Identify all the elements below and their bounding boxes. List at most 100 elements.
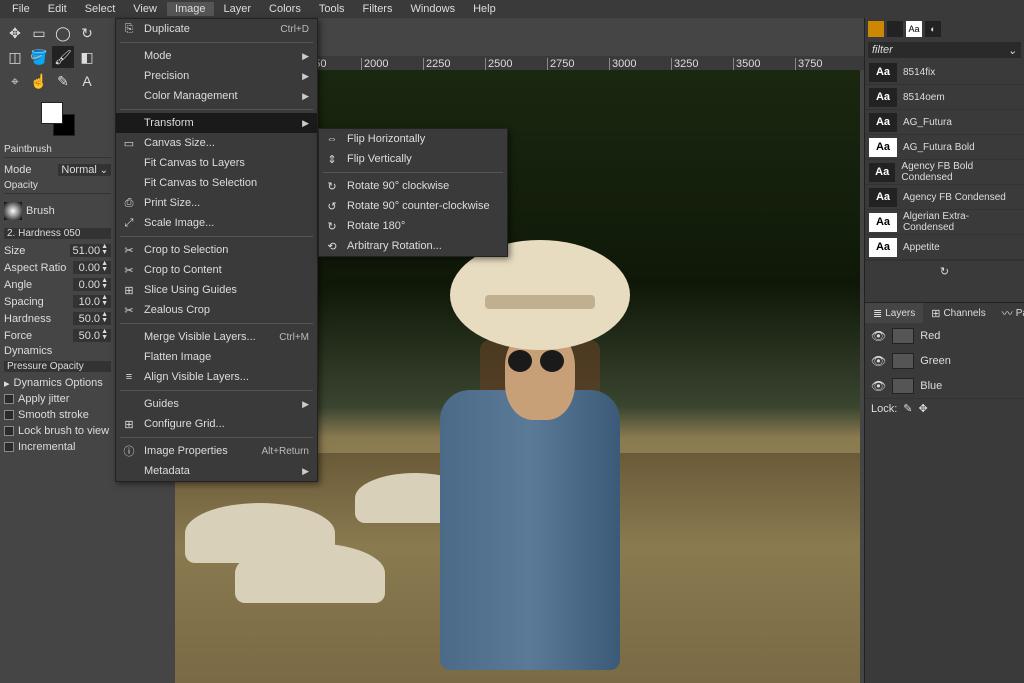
path-tool-icon[interactable]: ✎ <box>52 70 74 92</box>
menu-item-flip-horizontally[interactable]: ⇔Flip Horizontally <box>319 129 507 149</box>
menu-item-precision[interactable]: Precision▶ <box>116 66 317 86</box>
menu-item-icon: ✂ <box>122 304 136 317</box>
lock-position-icon[interactable]: ✥ <box>919 402 928 415</box>
visibility-eye-icon[interactable]: 👁 <box>871 354 886 368</box>
dynamics-select[interactable]: Pressure Opacity <box>4 361 111 372</box>
option-apply-jitter[interactable]: Apply jitter <box>4 391 111 407</box>
clone-tool-icon[interactable]: ⌖ <box>4 70 26 92</box>
rect-select-tool-icon[interactable]: ▭ <box>28 22 50 44</box>
menu-layer[interactable]: Layer <box>216 2 260 16</box>
brush-select[interactable]: 2. Hardness 050 <box>4 228 111 239</box>
opt-value-input[interactable]: 50.0▲▼ <box>73 312 111 325</box>
option-dynamics-options[interactable]: ▸Dynamics Options <box>4 375 111 391</box>
history-tab-icon[interactable]: ◐ <box>925 21 941 37</box>
opt-value-input[interactable]: 50.0▲▼ <box>73 329 111 342</box>
refresh-fonts-button[interactable]: ↻ <box>865 260 1024 282</box>
opt-value-input[interactable]: 51.00▲▼ <box>70 244 111 257</box>
opt-value-input[interactable]: 0.00▲▼ <box>73 261 111 274</box>
ruler-tick: 3000 <box>609 58 636 70</box>
menu-item-image-properties[interactable]: ⓘImage PropertiesAlt+Return <box>116 441 317 461</box>
menu-image[interactable]: Image <box>167 2 214 16</box>
foreground-color[interactable] <box>41 102 63 124</box>
visibility-eye-icon[interactable]: 👁 <box>871 379 886 393</box>
patterns-tab-icon[interactable] <box>868 21 884 37</box>
menu-item-guides[interactable]: Guides▶ <box>116 394 317 414</box>
menu-item-crop-to-content[interactable]: ✂Crop to Content <box>116 260 317 280</box>
fonts-tab-icon[interactable]: Aa <box>906 21 922 37</box>
font-item[interactable]: AaAgency FB Bold Condensed <box>865 160 1024 185</box>
font-filter-input[interactable]: filter ⌄ <box>868 42 1021 58</box>
menu-item-canvas-size-[interactable]: ▭Canvas Size... <box>116 133 317 153</box>
menu-item-rotate-90-clockwise[interactable]: ↻Rotate 90° clockwise <box>319 176 507 196</box>
menu-help[interactable]: Help <box>465 2 504 16</box>
menu-file[interactable]: File <box>4 2 38 16</box>
menu-view[interactable]: View <box>125 2 165 16</box>
menu-item-transform[interactable]: Transform▶ <box>116 113 317 133</box>
font-item[interactable]: AaAG_Futura <box>865 110 1024 135</box>
menu-item-scale-image-[interactable]: ⤢Scale Image... <box>116 213 317 233</box>
visibility-eye-icon[interactable]: 👁 <box>871 329 886 343</box>
menu-item-arbitrary-rotation-[interactable]: ⟲Arbitrary Rotation... <box>319 236 507 256</box>
gradients-tab-icon[interactable] <box>887 21 903 37</box>
smudge-tool-icon[interactable]: ☝ <box>28 70 50 92</box>
menu-item-rotate-90-counter-clockwise[interactable]: ↺Rotate 90° counter-clockwise <box>319 196 507 216</box>
menu-filters[interactable]: Filters <box>355 2 401 16</box>
lasso-tool-icon[interactable]: ◯ <box>52 22 74 44</box>
channel-row[interactable]: 👁 Red <box>865 323 1024 348</box>
bucket-tool-icon[interactable]: 🪣 <box>28 46 50 68</box>
menu-item-fit-canvas-to-layers[interactable]: Fit Canvas to Layers <box>116 153 317 173</box>
channel-thumb <box>892 353 914 369</box>
tab-layers[interactable]: ≣Layers <box>865 303 923 323</box>
menu-separator <box>120 323 313 324</box>
menu-item-zealous-crop[interactable]: ✂ Zealous Crop <box>116 300 317 320</box>
menu-item-metadata[interactable]: Metadata▶ <box>116 461 317 481</box>
font-item[interactable]: Aa8514oem <box>865 85 1024 110</box>
menu-item-label: Zealous Crop <box>144 304 309 316</box>
move-tool-icon[interactable]: ✥ <box>4 22 26 44</box>
menu-edit[interactable]: Edit <box>40 2 75 16</box>
rotate-tool-icon[interactable]: ↻ <box>76 22 98 44</box>
font-item[interactable]: AaAgency FB Condensed <box>865 185 1024 210</box>
menu-tools[interactable]: Tools <box>311 2 353 16</box>
font-item[interactable]: Aa8514fix <box>865 60 1024 85</box>
menu-colors[interactable]: Colors <box>261 2 309 16</box>
tab-channels[interactable]: ⊞Channels <box>923 303 993 323</box>
menu-item-print-size-[interactable]: ⎙Print Size... <box>116 193 317 213</box>
paintbrush-tool-icon[interactable]: 🖌 <box>52 46 74 68</box>
menu-windows[interactable]: Windows <box>402 2 463 16</box>
option-smooth-stroke[interactable]: Smooth stroke <box>4 407 111 423</box>
menu-item-align-visible-layers-[interactable]: ≡Align Visible Layers... <box>116 367 317 387</box>
opt-value-input[interactable]: 10.0▲▼ <box>73 295 111 308</box>
menu-item-flatten-image[interactable]: Flatten Image <box>116 347 317 367</box>
submenu-arrow-icon: ▶ <box>302 91 309 102</box>
tool-grid: ✥ ▭ ◯ ↻ ◫ 🪣 🖌 ◧ ⌖ ☝ ✎ A <box>0 18 115 96</box>
font-item[interactable]: AaAppetite <box>865 235 1024 260</box>
channel-name: Red <box>920 330 940 342</box>
tab-paths[interactable]: 〰Paths <box>994 303 1024 323</box>
menu-item-mode[interactable]: Mode▶ <box>116 46 317 66</box>
transform-tool-icon[interactable]: ◫ <box>4 46 26 68</box>
option-incremental[interactable]: Incremental <box>4 439 111 455</box>
channel-row[interactable]: 👁Green <box>865 348 1024 373</box>
mode-select[interactable]: Normal ⌄ <box>58 164 111 176</box>
menu-item-flip-vertically[interactable]: ⇕Flip Vertically <box>319 149 507 169</box>
menu-item-slice-using-guides[interactable]: ⊞Slice Using Guides <box>116 280 317 300</box>
menu-item-color-management[interactable]: Color Management▶ <box>116 86 317 106</box>
text-tool-icon[interactable]: A <box>76 70 98 92</box>
channel-row[interactable]: 👁Blue <box>865 373 1024 398</box>
menu-item-configure-grid-[interactable]: ⊞Configure Grid... <box>116 414 317 434</box>
menu-item-duplicate[interactable]: ⎘DuplicateCtrl+D <box>116 19 317 39</box>
menu-item-icon: ⇔ <box>325 133 339 145</box>
menu-item-rotate-180-[interactable]: ↻Rotate 180° <box>319 216 507 236</box>
opt-value-input[interactable]: 0.00▲▼ <box>73 278 111 291</box>
brush-preview-icon[interactable] <box>4 202 22 220</box>
eraser-tool-icon[interactable]: ◧ <box>76 46 98 68</box>
menu-item-icon: ⤢ <box>122 217 136 230</box>
menu-select[interactable]: Select <box>77 2 124 16</box>
menu-item-merge-visible-layers-[interactable]: Merge Visible Layers...Ctrl+M <box>116 327 317 347</box>
option-lock-brush-to-view[interactable]: Lock brush to view <box>4 423 111 439</box>
font-item[interactable]: AaAlgerian Extra-Condensed <box>865 210 1024 235</box>
font-item[interactable]: AaAG_Futura Bold <box>865 135 1024 160</box>
lock-pixel-icon[interactable]: ✎ <box>903 402 912 415</box>
expand-arrow-icon: ▸ <box>4 377 10 390</box>
